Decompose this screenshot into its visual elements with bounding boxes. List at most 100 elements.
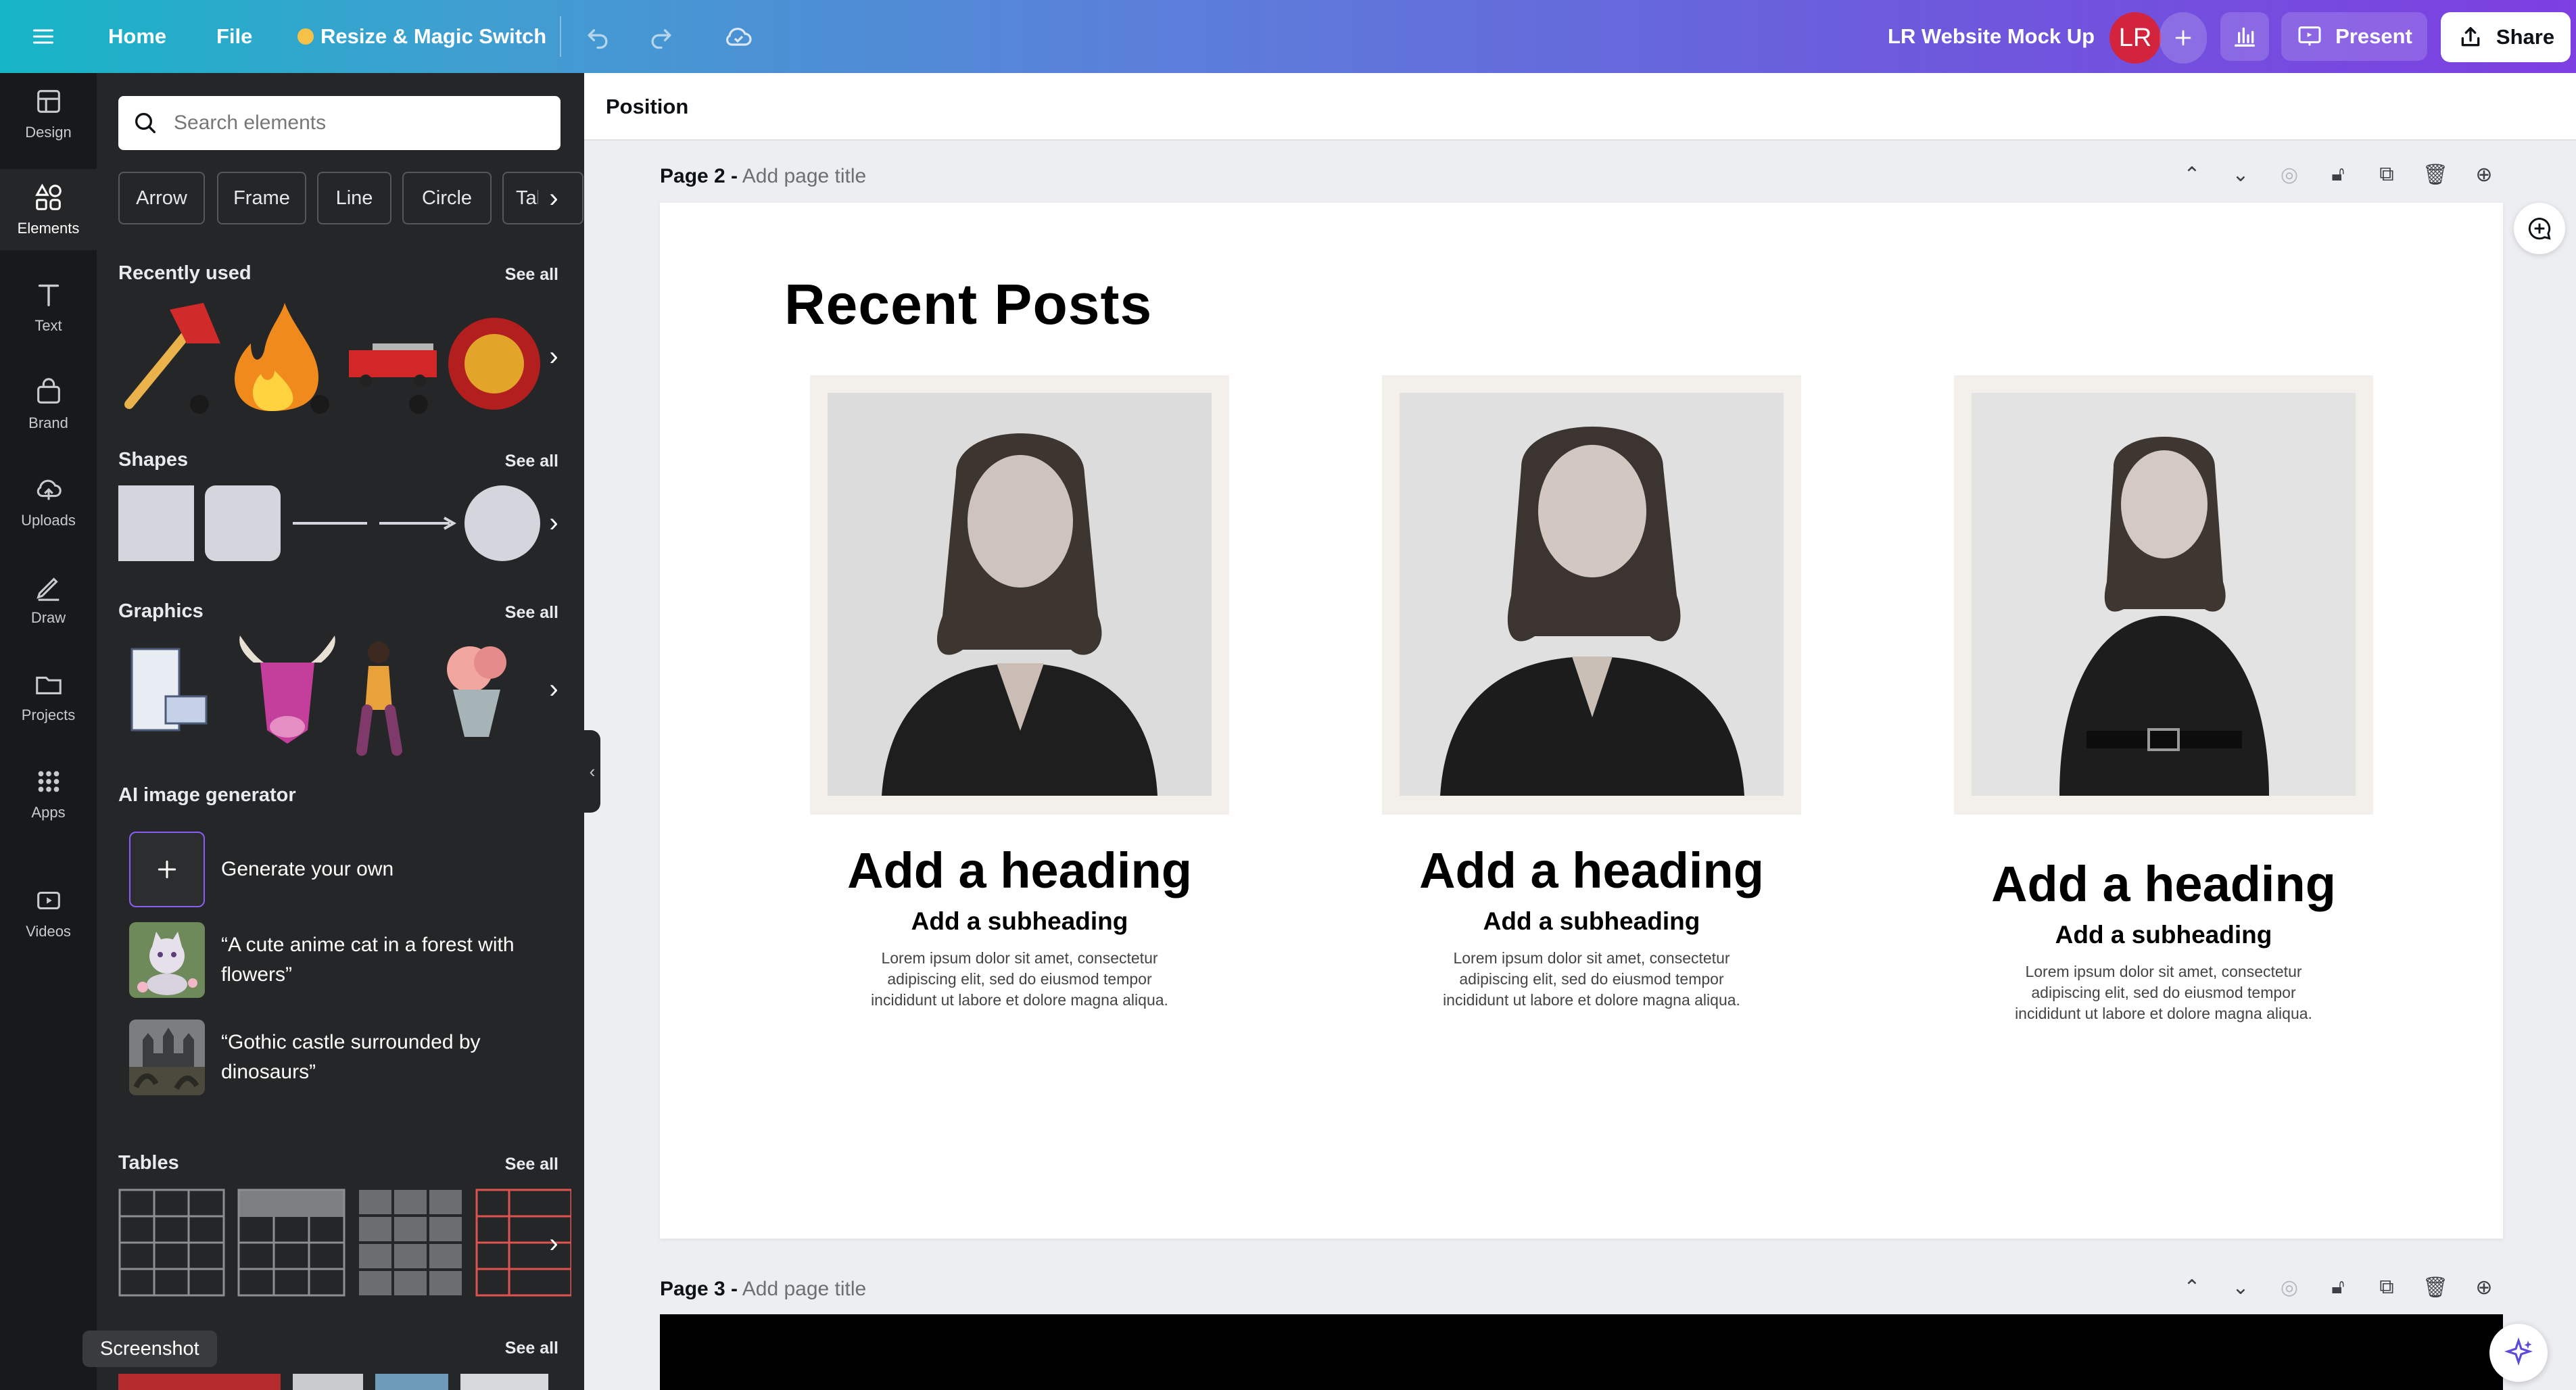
- graphics-next-icon[interactable]: ›: [538, 673, 569, 704]
- lock-icon[interactable]: 🔓︎: [2326, 162, 2350, 187]
- recently-used-thumbnails[interactable]: [116, 303, 584, 418]
- resize-label: Resize & Magic Switch: [320, 24, 547, 48]
- top-bar: Home File Resize & Magic Switch LR Websi…: [0, 0, 2576, 73]
- post-heading[interactable]: Add a heading: [1382, 842, 1801, 899]
- portrait-photo[interactable]: [1972, 393, 2356, 796]
- post-body[interactable]: Lorem ipsum dolor sit amet, consectetur …: [810, 948, 1229, 1011]
- chip-line[interactable]: Line: [317, 172, 391, 224]
- shapes-see-all[interactable]: See all: [505, 452, 558, 471]
- page2-label[interactable]: Page 2 - Add page title: [660, 165, 866, 188]
- file-menu[interactable]: File: [216, 0, 252, 73]
- recently-used-next-icon[interactable]: ›: [538, 341, 569, 372]
- chevron-down-icon[interactable]: ⌄: [2228, 162, 2253, 187]
- insights-button[interactable]: [2220, 12, 2269, 61]
- page-heading[interactable]: Recent Posts: [784, 272, 1152, 337]
- duplicate-icon[interactable]: ⧉: [2375, 162, 2399, 187]
- present-button[interactable]: Present: [2281, 12, 2427, 61]
- tables-see-all[interactable]: See all: [505, 1155, 558, 1174]
- share-button[interactable]: Share: [2441, 12, 2571, 62]
- chip-arrow[interactable]: Arrow: [118, 172, 205, 224]
- rail-text[interactable]: Text: [0, 266, 97, 348]
- rail-text-label: Text: [34, 317, 62, 334]
- rail-brand[interactable]: Brand: [0, 364, 97, 445]
- photo-frame[interactable]: [810, 375, 1229, 815]
- chips-next-icon[interactable]: ›: [538, 183, 569, 214]
- menu-icon[interactable]: [31, 0, 55, 73]
- rail-design[interactable]: Design: [0, 73, 97, 154]
- chevron-down-icon[interactable]: ⌄: [2228, 1275, 2253, 1299]
- post-heading[interactable]: Add a heading: [810, 842, 1229, 899]
- add-collaborator-button[interactable]: [2160, 12, 2207, 64]
- photo-frame[interactable]: [1382, 375, 1801, 815]
- graphics-thumbnails[interactable]: [118, 636, 571, 757]
- redo-icon[interactable]: [646, 0, 676, 73]
- prompt-castle-row[interactable]: “Gothic castle surrounded by dinosaurs”: [129, 1020, 539, 1095]
- rail-elements[interactable]: Elements: [0, 169, 97, 250]
- post-subheading[interactable]: Add a subheading: [1954, 921, 2373, 949]
- portrait-photo[interactable]: [828, 393, 1212, 796]
- prompt-castle-label: “Gothic castle surrounded by dinosaurs”: [221, 1031, 481, 1083]
- position-button[interactable]: Position: [606, 95, 688, 119]
- page3-label[interactable]: Page 3 - Add page title: [660, 1278, 866, 1301]
- chip-circle[interactable]: Circle: [402, 172, 492, 224]
- search-input[interactable]: [172, 111, 540, 135]
- tables-thumbnails[interactable]: [118, 1189, 571, 1303]
- post-card-1[interactable]: Add a heading Add a subheading Lorem ips…: [810, 375, 1229, 1011]
- duplicate-icon[interactable]: ⧉: [2375, 1275, 2399, 1299]
- shapes-thumbnails[interactable]: [118, 484, 571, 565]
- document-title[interactable]: LR Website Mock Up: [1888, 0, 2095, 73]
- prompt-cat-row[interactable]: “A cute anime cat in a forest with flowe…: [129, 922, 539, 998]
- add-comment-button[interactable]: [2514, 203, 2565, 254]
- shapes-next-icon[interactable]: ›: [538, 507, 569, 538]
- add-page-icon[interactable]: ⊕: [2472, 162, 2496, 187]
- generate-your-own-row[interactable]: Generate your own: [129, 832, 539, 907]
- left-rail: Design Elements Text Brand Uploads Draw …: [0, 73, 97, 1390]
- design-icon: [37, 90, 60, 113]
- search-box[interactable]: [118, 96, 560, 150]
- lock-icon[interactable]: 🔓︎: [2326, 1275, 2350, 1299]
- collapse-panel-button[interactable]: ‹: [584, 730, 600, 813]
- page3-title-placeholder[interactable]: Add page title: [742, 1278, 866, 1300]
- page-2-canvas[interactable]: Recent Posts Add a heading Add a subhead…: [660, 203, 2503, 1239]
- rail-videos[interactable]: Videos: [0, 872, 97, 953]
- resize-magic-switch-button[interactable]: Resize & Magic Switch: [297, 0, 546, 73]
- post-card-3[interactable]: Add a heading Add a subheading Lorem ips…: [1954, 375, 2373, 1024]
- photo-frame[interactable]: [1954, 375, 2373, 815]
- chevron-up-icon[interactable]: ⌃: [2180, 162, 2204, 187]
- recently-used-see-all[interactable]: See all: [505, 265, 558, 285]
- hide-page-icon[interactable]: ◎: [2277, 1275, 2301, 1299]
- rail-projects-label: Projects: [21, 706, 76, 723]
- delete-icon[interactable]: 🗑︎: [2423, 1275, 2448, 1299]
- avatar[interactable]: LR: [2109, 12, 2161, 64]
- post-card-2[interactable]: Add a heading Add a subheading Lorem ips…: [1382, 375, 1801, 1011]
- next-section-thumbnails[interactable]: [118, 1370, 571, 1390]
- tables-next-icon[interactable]: ›: [538, 1228, 569, 1259]
- graphics-see-all[interactable]: See all: [505, 603, 558, 623]
- present-icon: [2298, 26, 2321, 46]
- undo-icon[interactable]: [583, 0, 613, 73]
- video-icon: [37, 891, 60, 910]
- post-subheading[interactable]: Add a subheading: [1382, 907, 1801, 936]
- chip-frame[interactable]: Frame: [217, 172, 306, 224]
- post-body[interactable]: Lorem ipsum dolor sit amet, consectetur …: [1382, 948, 1801, 1011]
- delete-icon[interactable]: 🗑︎: [2423, 162, 2448, 187]
- page2-title-placeholder[interactable]: Add page title: [742, 165, 866, 187]
- rail-draw[interactable]: Draw: [0, 558, 97, 640]
- hide-page-icon[interactable]: ◎: [2277, 162, 2301, 187]
- page-3-canvas[interactable]: [660, 1314, 2503, 1390]
- post-subheading[interactable]: Add a subheading: [810, 907, 1229, 936]
- rail-uploads[interactable]: Uploads: [0, 461, 97, 542]
- cloud-saved-icon[interactable]: [722, 0, 755, 73]
- share-icon: [2461, 27, 2480, 47]
- post-body[interactable]: Lorem ipsum dolor sit amet, consectetur …: [1954, 961, 2373, 1024]
- chevron-up-icon[interactable]: ⌃: [2180, 1275, 2204, 1299]
- next-section-see-all[interactable]: See all: [505, 1339, 558, 1358]
- rail-apps[interactable]: Apps: [0, 753, 97, 834]
- home-link[interactable]: Home: [108, 0, 166, 73]
- portrait-photo[interactable]: [1400, 393, 1784, 796]
- add-page-icon[interactable]: ⊕: [2472, 1275, 2496, 1299]
- magic-assistant-button[interactable]: [2489, 1324, 2548, 1382]
- divider: [560, 16, 561, 57]
- rail-projects[interactable]: Projects: [0, 656, 97, 737]
- post-heading[interactable]: Add a heading: [1954, 855, 2373, 913]
